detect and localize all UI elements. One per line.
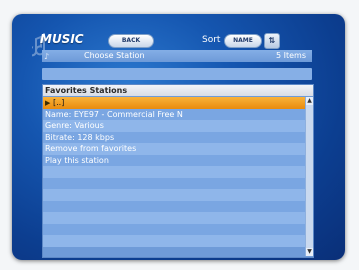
list-item[interactable] (43, 166, 305, 178)
filter-bar[interactable] (42, 68, 312, 80)
list-item[interactable]: Genre: Various (43, 120, 305, 132)
media-center-window: MUSIC BACK Sort NAME ⇅ ♪ Choose Station … (12, 14, 345, 260)
list-item-label: Genre: Various (45, 121, 104, 130)
list-item[interactable] (43, 235, 305, 247)
list-item[interactable] (43, 177, 305, 189)
list-item[interactable] (43, 200, 305, 212)
list-item[interactable]: Remove from favorites (43, 143, 305, 155)
list-item[interactable] (43, 189, 305, 201)
scrollbar[interactable]: ▲ ▼ (305, 97, 313, 256)
list-item[interactable]: Bitrate: 128 kbps (43, 131, 305, 143)
scroll-down-icon[interactable]: ▼ (306, 248, 313, 256)
sort-field-button[interactable]: NAME (224, 34, 262, 48)
list-item[interactable]: ▶ [..] (43, 97, 305, 109)
list-item[interactable] (43, 223, 305, 235)
list-item[interactable]: Play this station (43, 154, 305, 166)
item-count: 5 Items (275, 51, 306, 60)
header-title: Choose Station (84, 51, 145, 60)
list-item-label: Play this station (45, 155, 109, 165)
list-item-label: Bitrate: 128 kbps (45, 132, 115, 142)
sort-arrows-icon[interactable]: ⇅ (264, 33, 280, 49)
station-header: ♪ Choose Station 5 Items (42, 50, 312, 62)
list-item[interactable]: Name: EYE97 - Commercial Free N (43, 108, 305, 120)
list-item-label: [..] (53, 98, 65, 107)
list-item[interactable] (43, 212, 305, 224)
app-title: MUSIC (40, 32, 84, 46)
station-list: Favorites Stations ▶ [..] Name: EYE97 - Co… (42, 84, 314, 258)
list-rows: ▶ [..] Name: EYE97 - Commercial Free N Genr… (43, 97, 305, 247)
list-item-label: Name: EYE97 - Commercial Free N (45, 109, 183, 119)
sort-label: Sort (202, 35, 221, 45)
folder-icon: ♪ (44, 52, 50, 61)
selection-arrow-icon: ▶ (45, 99, 51, 107)
back-button[interactable]: BACK (108, 34, 154, 48)
list-item-label: Remove from favorites (45, 144, 137, 153)
scroll-up-icon[interactable]: ▲ (306, 97, 313, 105)
list-title: Favorites Stations (43, 85, 313, 96)
